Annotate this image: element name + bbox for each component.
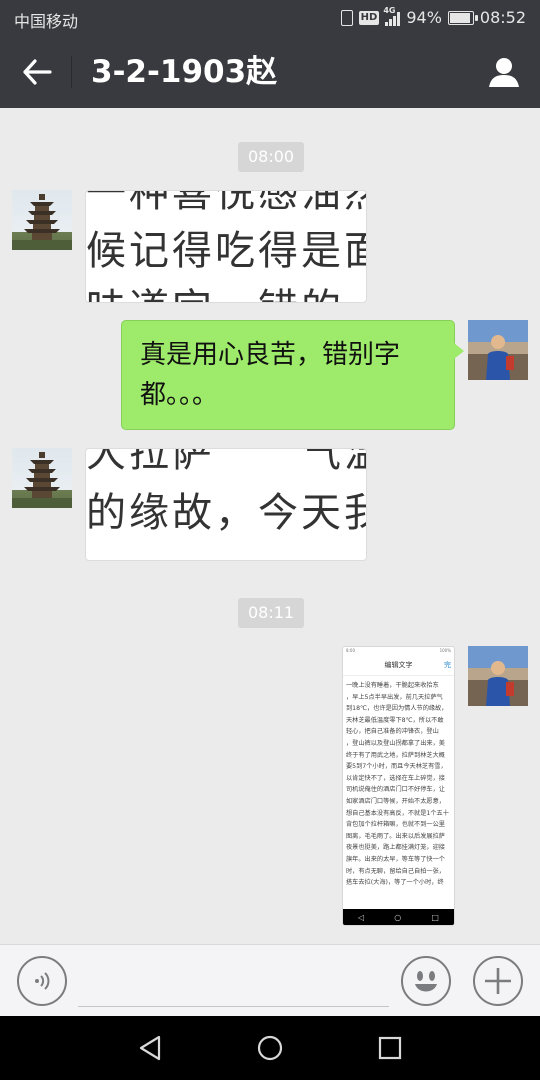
contact-avatar[interactable] xyxy=(12,448,72,508)
thumbnail-text-line: 终于有了用武之地，拉萨到林芝大概 xyxy=(346,751,445,759)
thumbnail-text-line: 一晚上没有睡着，干脆起来收拾东 xyxy=(346,682,439,689)
hd-voice-icon: HD xyxy=(358,10,380,25)
screenshot-image-message[interactable]: 8:00 100% 编辑文字 完 一晚上没有睡着，干脆起来收拾东 ，早上5点半早出… xyxy=(342,646,455,926)
thumbnail-text-line: 图离，毛毛雨了。出来以后发展拉萨 xyxy=(346,832,445,840)
battery-icon xyxy=(447,10,478,25)
chat-title: 3-2-1903赵 xyxy=(91,54,278,90)
message-timestamp: 08:00 xyxy=(238,142,305,172)
thumbnail-text-line: 天林芝最低温度零下8℃，所以不敢 xyxy=(346,716,444,724)
thumbnail-text-body: 一晚上没有睡着，干脆起来收拾东 ，早上5点半早出发，前几天拉萨气 到18℃，也许是因… xyxy=(343,676,454,900)
carrier-name: 中国移动 xyxy=(14,12,79,31)
image-message[interactable]: 一种喜悦感油然 候记得吃得是面 味道完一错的 xyxy=(85,190,367,303)
thumbnail-text-line: ，登山裤以及登山拐都拿了出来，美 xyxy=(346,739,445,747)
thumbnail-text-line: 想自己基本没有高反，不就是1个五十 xyxy=(346,809,449,817)
title-divider xyxy=(71,56,72,88)
message-text: 真是用心良苦，错别字都。。。 xyxy=(140,340,401,410)
thumbnail-text-line: 轻心，把自己准备的冲锋衣，登山 xyxy=(346,728,439,736)
nav-back-button[interactable] xyxy=(130,1030,170,1066)
circle-home-icon xyxy=(257,1035,283,1061)
thumbnail-text-line: 到18℃，也许是因为情人节的缘故， xyxy=(346,705,448,713)
thumbnail-text-line: 如家酒店门口等候，开始不太愿意， xyxy=(346,797,445,805)
thumbnail-text-line: 搭车去拉(大海)，等了一个小时，终 xyxy=(346,879,444,887)
thumbnail-text-line: 背包加个拉杆箱嘛，也就不到一公里 xyxy=(346,821,445,829)
thumbnail-status-bar: 8:00 100% xyxy=(343,647,454,654)
message-timestamp: 08:11 xyxy=(238,598,305,628)
pagoda-icon xyxy=(12,452,72,508)
message-input[interactable] xyxy=(78,955,389,1007)
image-text-line: 一种喜悦感油然 xyxy=(86,190,367,216)
my-avatar[interactable] xyxy=(468,320,528,380)
thumbnail-time: 8:00 xyxy=(346,648,355,653)
thumbnail-back-icon: ◁ xyxy=(358,912,365,922)
voice-input-button[interactable] xyxy=(17,956,67,1006)
more-options-button[interactable] xyxy=(473,956,523,1006)
plus-icon xyxy=(485,968,511,994)
thumbnail-text-line: ，早上5点半早出发，前几天拉萨气 xyxy=(346,693,443,701)
square-recents-icon xyxy=(378,1036,402,1060)
thumbnail-text-line: 司机说俺住的酒店门口不好停车，让 xyxy=(346,786,445,794)
thumbnail-header: 编辑文字 完 xyxy=(343,654,454,676)
triangle-back-icon xyxy=(139,1035,161,1061)
image-text-line: 大拉萨 气温能 xyxy=(86,448,366,476)
thumbnail-text-line: 时，有点无聊，留给自己自拍一张， xyxy=(346,867,445,875)
image-text-line: 候记得吃得是面 xyxy=(86,228,367,274)
network-type: 4G xyxy=(383,5,396,15)
clock: 08:52 xyxy=(479,8,526,27)
nav-home-button[interactable] xyxy=(250,1030,290,1066)
status-indicators: HD 4G 94% 08:52 xyxy=(340,6,526,27)
contact-avatar[interactable] xyxy=(12,190,72,250)
thumbnail-recents-icon: □ xyxy=(431,912,439,922)
image-text-line: 味道完一错的 xyxy=(86,285,344,302)
sent-text-bubble[interactable]: 真是用心良苦，错别字都。。。 xyxy=(121,320,464,430)
emoji-icon xyxy=(415,971,437,992)
traveler-photo-icon xyxy=(468,320,528,380)
voice-icon xyxy=(35,972,50,990)
image-message[interactable]: 大拉萨 气温能 的缘故，今天我 xyxy=(85,448,367,561)
image-text-line: 的缘故，今天我 xyxy=(86,490,367,536)
thumbnail-text-line: 要5到7个小时，而且今天林芝有雪， xyxy=(346,763,447,771)
thumbnail-title: 编辑文字 xyxy=(384,661,413,669)
nav-recents-button[interactable] xyxy=(370,1030,410,1066)
my-avatar[interactable] xyxy=(468,646,528,706)
person-icon xyxy=(489,58,519,87)
input-bar xyxy=(0,944,540,1016)
thumbnail-text-line: 以肯定快不了，选择在车上碎觉，接 xyxy=(346,774,445,782)
emoji-button[interactable] xyxy=(401,956,451,1006)
thumbnail-home-icon: ○ xyxy=(394,912,402,922)
thumbnail-text-line: 旗年。出来的太早，等车等了快一个 xyxy=(346,855,445,863)
thumbnail-done: 完 xyxy=(444,661,451,669)
system-nav-bar xyxy=(0,1016,540,1080)
thumbnail-battery: 100% xyxy=(439,648,451,653)
battery-percent: 94% xyxy=(406,8,442,27)
traveler-photo-icon xyxy=(468,646,528,706)
thumbnail-text-line: 夜景也挺美，路上都挂满灯笼，迎接 xyxy=(346,844,445,852)
vibrate-icon xyxy=(340,9,353,26)
back-button[interactable] xyxy=(16,52,58,92)
chat-info-button[interactable] xyxy=(484,52,524,92)
signal-icon: 4G xyxy=(383,6,401,26)
title-bar: 3-2-1903赵 xyxy=(0,36,540,108)
status-bar: 中国移动 HD 4G 94% 08:52 xyxy=(0,0,540,36)
thumbnail-nav-bar: ◁ ○ □ xyxy=(343,909,454,925)
pagoda-icon xyxy=(12,194,72,250)
arrow-left-icon xyxy=(23,59,52,85)
